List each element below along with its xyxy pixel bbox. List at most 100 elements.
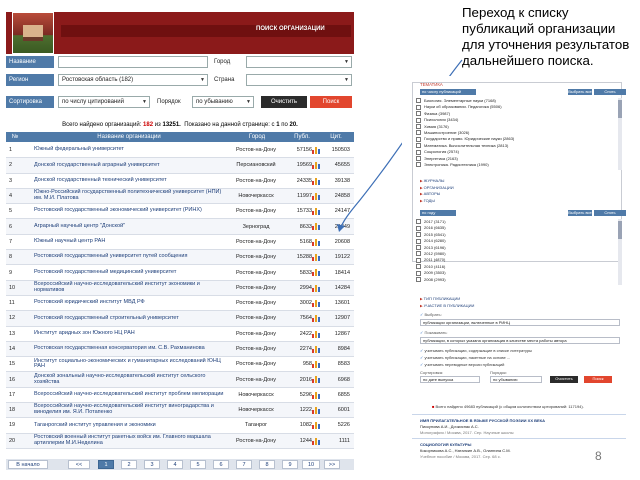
facet-group-toggle[interactable]: ЖУРНАЛЫ <box>420 178 445 184</box>
org-name-link[interactable]: Ростовский государственный экономический… <box>34 204 229 218</box>
order2-select[interactable]: по убыванию <box>490 376 542 383</box>
sort2-select[interactable]: по дате выпуска <box>420 376 480 383</box>
org-name-link[interactable]: Южный федеральный университет <box>34 143 229 157</box>
facet-group-toggle[interactable]: УЧАСТИЕ В ПУБЛИКАЦИИ <box>420 303 475 309</box>
org-pubs-count[interactable]: 57156 <box>286 143 312 157</box>
analysis-icon[interactable] <box>312 299 320 307</box>
reset-all-button[interactable]: Снять выделение <box>594 89 626 100</box>
org-pubs-count[interactable]: 1244 <box>286 434 312 448</box>
analysis-icon[interactable] <box>312 437 320 445</box>
right-clear-button[interactable]: Очистить <box>550 376 578 383</box>
analysis-icon[interactable] <box>312 162 320 170</box>
reset-years-button[interactable]: Снять выделение <box>594 210 626 221</box>
org-pubs-count[interactable]: 11997 <box>286 189 312 203</box>
pager-page-2[interactable]: 2 <box>121 460 137 469</box>
topic-scrollbar[interactable] <box>618 98 622 170</box>
org-pubs-count[interactable]: 24335 <box>286 174 312 188</box>
org-name-link[interactable]: Институт социально-экономических и гуман… <box>34 357 229 371</box>
org-name-link[interactable]: Южно-Российский государственный политехн… <box>34 189 229 203</box>
facet-group-toggle[interactable]: ГОДЫ <box>420 198 435 204</box>
name-input[interactable] <box>58 56 208 68</box>
check-translated[interactable]: учитывать переводные версии публикаций <box>420 362 504 368</box>
org-name-link[interactable]: Ростовский государственный медицинский у… <box>34 265 229 279</box>
org-pubs-count[interactable]: 5296 <box>286 388 312 402</box>
org-name-link[interactable]: Ростовский военный институт ракетных вой… <box>34 434 229 448</box>
org-pubs-count[interactable]: 8633 <box>286 219 312 233</box>
org-name-link[interactable]: Всероссийский научно-исследовательский и… <box>34 281 229 295</box>
analysis-icon[interactable] <box>312 315 320 323</box>
analysis-icon[interactable] <box>312 269 320 277</box>
analysis-icon[interactable] <box>312 407 320 415</box>
org-name-link[interactable]: Южный научный центр РАН <box>34 235 229 249</box>
year-sort-select[interactable]: по году <box>420 210 456 216</box>
pick-select[interactable]: публикации организации, включенные в РИН… <box>420 319 620 326</box>
org-name-link[interactable]: Институт аридных зон Южного НЦ РАН <box>34 327 229 341</box>
check-cited[interactable]: учитывать публикации, содержащие в списк… <box>420 348 532 354</box>
org-name-link[interactable]: Донской государственный аграрный универс… <box>34 158 229 172</box>
col-cites[interactable]: Цит. <box>322 132 350 142</box>
analysis-icon[interactable] <box>312 192 320 200</box>
select-all-button[interactable]: Выбрать все <box>568 89 592 95</box>
org-pubs-count[interactable]: 15288 <box>286 250 312 264</box>
topic-checkbox-item[interactable]: Электроника. Радиотехника (1990) <box>416 162 616 168</box>
org-pubs-count[interactable]: 1222 <box>286 403 312 417</box>
sort-select[interactable]: по числу цитирований ▼ <box>58 96 150 108</box>
col-city[interactable]: Город <box>228 132 286 142</box>
facet-group-toggle[interactable]: ТИП ПУБЛИКАЦИИ <box>420 296 461 302</box>
pager-page-4[interactable]: 4 <box>167 460 183 469</box>
org-pubs-count[interactable]: 2274 <box>286 342 312 356</box>
org-name-link[interactable]: Ростовский юридический институт МВД РФ <box>34 296 229 310</box>
analysis-icon[interactable] <box>312 391 320 399</box>
org-name-link[interactable]: Ростовская государственная консерватория… <box>34 342 229 356</box>
analysis-icon[interactable] <box>312 422 320 430</box>
org-name-link[interactable]: Ростовский государственный университет п… <box>34 250 229 264</box>
org-pubs-count[interactable]: 15733 <box>286 204 312 218</box>
pager-page-8[interactable]: 8 <box>259 460 275 469</box>
analysis-icon[interactable] <box>312 284 320 292</box>
analysis-icon[interactable] <box>312 345 320 353</box>
org-name-link[interactable]: Донской государственный технический унив… <box>34 174 229 188</box>
org-pubs-count[interactable]: 3002 <box>286 296 312 310</box>
topic-sort-select[interactable]: по числу публикаций <box>420 89 476 95</box>
col-pubs[interactable]: Публ. <box>288 132 316 142</box>
analysis-icon[interactable] <box>312 177 320 185</box>
select-all-years-button[interactable]: Выбрать все <box>568 210 592 216</box>
org-pubs-count[interactable]: 2422 <box>286 327 312 341</box>
pager-page-6[interactable]: 6 <box>213 460 229 469</box>
pager-page-3[interactable]: 3 <box>144 460 160 469</box>
search-button[interactable]: Поиск <box>310 96 352 108</box>
org-pubs-count[interactable]: 958 <box>286 357 312 371</box>
right-search-button[interactable]: Поиск <box>584 376 612 383</box>
pager-prev[interactable]: << <box>68 460 90 469</box>
org-pubs-count[interactable]: 5168 <box>286 235 312 249</box>
col-org-name[interactable]: Название организации <box>34 132 224 142</box>
org-pubs-count[interactable]: 1082 <box>286 418 312 432</box>
country-select[interactable]: ▼ <box>246 74 352 86</box>
order-select[interactable]: по убыванию ▼ <box>192 96 254 108</box>
org-pubs-count[interactable]: 5833 <box>286 265 312 279</box>
org-name-link[interactable]: Ростовский государственный строительный … <box>34 311 229 325</box>
year-checkbox-item[interactable]: 2008 (2993) <box>416 277 616 283</box>
org-name-link[interactable]: Всероссийский научно-исследовательский и… <box>34 403 229 417</box>
org-pubs-count[interactable]: 2994 <box>286 281 312 295</box>
city-select[interactable]: ▼ <box>246 56 352 68</box>
facet-group-toggle[interactable]: ОРГАНИЗАЦИИ <box>420 185 454 191</box>
facet-group-toggle[interactable]: АВТОРЫ <box>420 191 441 197</box>
pager-page-10[interactable]: 10 <box>302 460 320 469</box>
analysis-icon[interactable] <box>312 254 320 262</box>
org-pubs-count[interactable]: 7564 <box>286 311 312 325</box>
analysis-icon[interactable] <box>312 330 320 338</box>
year-scrollbar[interactable] <box>618 219 622 285</box>
clear-button[interactable]: Очистить <box>261 96 307 108</box>
pager-page-7[interactable]: 7 <box>236 460 252 469</box>
org-name-link[interactable]: Донской зональный научно-исследовательск… <box>34 372 229 386</box>
analysis-icon[interactable] <box>312 361 320 369</box>
show-select[interactable]: публикации, в которых указана организаци… <box>420 337 620 344</box>
org-pubs-count[interactable]: 19569 <box>286 158 312 172</box>
pager-page-5[interactable]: 5 <box>190 460 206 469</box>
analysis-icon[interactable] <box>312 238 320 246</box>
org-name-link[interactable]: Всероссийский научно-исследовательский и… <box>34 388 229 402</box>
analysis-icon[interactable] <box>312 208 320 216</box>
pager-page-9[interactable]: 9 <box>282 460 298 469</box>
org-name-link[interactable]: Таганрогский институт управления и эконо… <box>34 418 229 432</box>
